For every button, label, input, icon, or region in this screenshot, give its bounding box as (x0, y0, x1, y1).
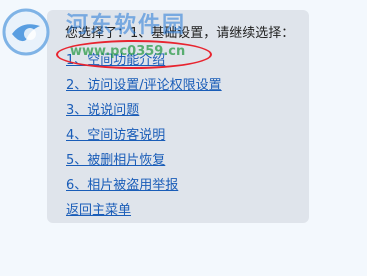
menu-link-access-settings[interactable]: 2、访问设置/评论权限设置 (66, 78, 222, 93)
menu-list: 1、空间功能介绍 2、访问设置/评论权限设置 3、说说问题 4、空间访客说明 5… (66, 46, 222, 221)
menu-item: 3、说说问题 (66, 96, 222, 121)
menu-item: 2、访问设置/评论权限设置 (66, 71, 222, 96)
menu-item: 6、相片被盗用举报 (66, 171, 222, 196)
menu-item: 返回主菜单 (66, 196, 222, 221)
menu-link-visitor-info[interactable]: 4、空间访客说明 (66, 128, 165, 143)
site-logo-icon (2, 8, 50, 56)
menu-item: 5、被删相片恢复 (66, 146, 222, 171)
menu-link-shuoshuo[interactable]: 3、说说问题 (66, 103, 139, 118)
watermark-brand: 河东软件园 (66, 13, 187, 38)
menu-link-main-menu[interactable]: 返回主菜单 (66, 203, 131, 218)
menu-item: 4、空间访客说明 (66, 121, 222, 146)
menu-link-photo-theft-report[interactable]: 6、相片被盗用举报 (66, 178, 178, 193)
menu-link-photo-recovery[interactable]: 5、被删相片恢复 (66, 153, 165, 168)
watermark-url: www.pc0359.cn (70, 44, 186, 59)
bot-message-bubble: 您选择了：1、基础设置，请继续选择： 1、空间功能介绍 2、访问设置/评论权限设… (47, 10, 309, 223)
